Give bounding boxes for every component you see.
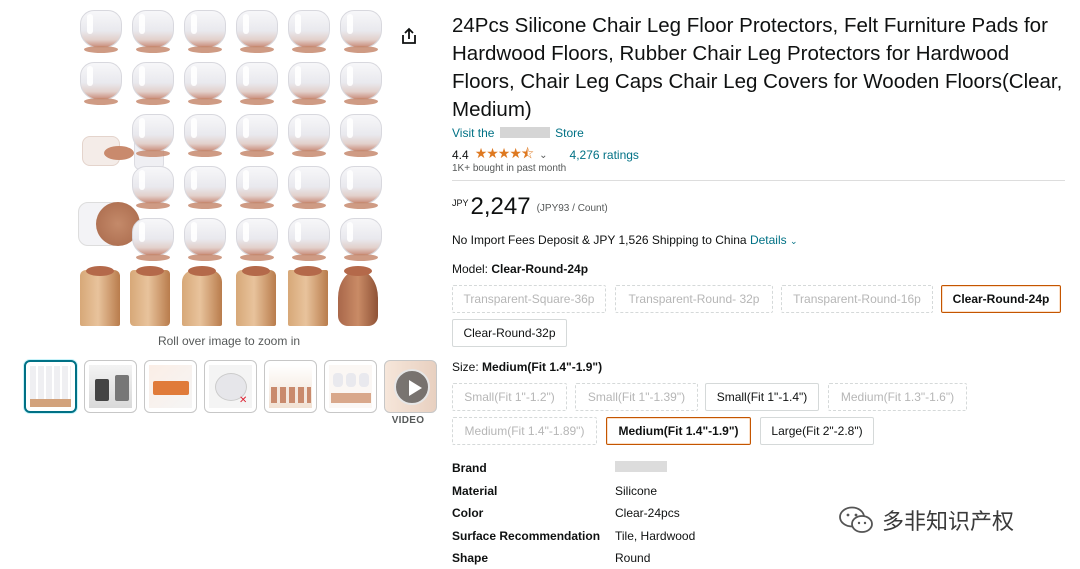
model-selected-value: Clear-Round-24p xyxy=(491,262,589,276)
spec-key: Surface Recommendation xyxy=(452,528,601,543)
thumbnail-1[interactable] xyxy=(24,360,77,413)
cup-image xyxy=(286,60,332,106)
cup-image xyxy=(78,60,124,106)
divider xyxy=(452,180,1065,181)
model-option-transparent-round-16p[interactable]: Transparent-Round-16p xyxy=(781,285,933,313)
cup-image xyxy=(338,164,384,210)
cup-image xyxy=(234,8,280,54)
spec-value: Tile, Hardwood xyxy=(615,528,696,543)
size-selected-value: Medium(Fit 1.4"-1.9") xyxy=(482,360,603,374)
spec-row-material: Material Silicone xyxy=(452,480,695,503)
cup-image xyxy=(338,216,384,262)
play-icon xyxy=(394,369,430,405)
size-label: Size: Medium(Fit 1.4"-1.9") xyxy=(452,360,602,374)
price-currency: JPY xyxy=(452,198,469,208)
thumbnail-2[interactable] xyxy=(84,360,137,413)
spec-key: Brand xyxy=(452,461,487,476)
ratings-count-link[interactable]: 4,276 ratings xyxy=(570,148,639,162)
price-amount: 2,247 xyxy=(470,193,531,220)
model-label: Model: Clear-Round-24p xyxy=(452,262,588,276)
thumbnail-4[interactable]: ✕ xyxy=(204,360,257,413)
cup-image xyxy=(286,216,332,262)
spec-row-surface: Surface Recommendation Tile, Hardwood xyxy=(452,525,695,548)
rating-value: 4.4 xyxy=(452,148,469,162)
cup-image xyxy=(234,216,280,262)
cup-image xyxy=(182,164,228,210)
spec-row-brand: Brand xyxy=(452,457,695,480)
size-option-medium-1.4-1.89[interactable]: Medium(Fit 1.4"-1.89") xyxy=(452,417,597,445)
video-thumbnail[interactable] xyxy=(384,360,437,413)
spec-value xyxy=(615,461,667,475)
spec-table: Brand Material Silicone Color Clear-24pc… xyxy=(452,457,695,569)
cup-image xyxy=(286,112,332,158)
model-label-text: Model: xyxy=(452,262,489,276)
model-option-transparent-square-36p[interactable]: Transparent-Square-36p xyxy=(452,285,606,313)
spec-value: Round xyxy=(615,551,651,566)
thumbnail-6[interactable] xyxy=(324,360,377,413)
price: JPY 2,247 (JPY93 / Count) xyxy=(452,194,608,220)
thumbnail-strip: ✕ xyxy=(24,360,437,413)
size-option-medium-1.3-1.6[interactable]: Medium(Fit 1.3"-1.6") xyxy=(828,383,967,411)
spec-key: Material xyxy=(452,483,498,498)
watermark-text: 多非知识产权 xyxy=(882,509,1015,534)
cup-image xyxy=(182,112,228,158)
spec-row-color: Color Clear-24pcs xyxy=(452,502,695,525)
cup-image xyxy=(338,112,384,158)
size-option-small-1-1.2[interactable]: Small(Fit 1"-1.2") xyxy=(452,383,567,411)
thumbnail-5[interactable] xyxy=(264,360,317,413)
model-option-transparent-round-32p[interactable]: Transparent-Round- 32p xyxy=(615,285,773,313)
cup-image xyxy=(130,216,176,262)
redacted-store-name xyxy=(499,127,550,138)
cup-image xyxy=(130,164,176,210)
video-label: VIDEO xyxy=(391,415,425,426)
product-title: 24Pcs Silicone Chair Leg Floor Protector… xyxy=(452,14,1063,121)
cup-image xyxy=(130,8,176,54)
size-option-large-2-2.8[interactable]: Large(Fit 2"-2.8") xyxy=(760,417,874,445)
spec-value: Clear-24pcs xyxy=(615,506,680,521)
store-link[interactable]: Visit the Store xyxy=(452,126,584,140)
size-option-small-1-1.39[interactable]: Small(Fit 1"-1.39") xyxy=(575,383,698,411)
price-per-unit: (JPY93 / Count) xyxy=(536,203,608,214)
bought-count: 1K+ bought in past month xyxy=(452,163,567,174)
cup-image xyxy=(338,60,384,106)
share-icon[interactable] xyxy=(399,26,419,46)
shipping-text: No Import Fees Deposit & JPY 1,526 Shipp… xyxy=(452,233,747,247)
cup-image xyxy=(286,8,332,54)
spec-value: Silicone xyxy=(615,483,658,498)
cup-image xyxy=(286,164,332,210)
size-option-small-1-1.4[interactable]: Small(Fit 1"-1.4") xyxy=(705,383,819,411)
size-option-medium-1.4-1.9[interactable]: Medium(Fit 1.4"-1.9") xyxy=(606,417,751,445)
spec-row-shape: Shape Round xyxy=(452,547,695,569)
thumbnail-3[interactable] xyxy=(144,360,197,413)
main-product-image[interactable] xyxy=(76,8,384,326)
chevron-down-icon: ⌄ xyxy=(789,236,798,246)
model-option-clear-round-32p[interactable]: Clear-Round-32p xyxy=(452,319,567,347)
cup-image xyxy=(130,60,176,106)
chevron-down-icon[interactable]: ⌄ xyxy=(539,150,547,161)
cup-image xyxy=(182,216,228,262)
store-link-prefix: Visit the xyxy=(452,126,495,140)
cup-image xyxy=(78,8,124,54)
size-label-text: Size: xyxy=(452,360,479,374)
cup-image xyxy=(234,164,280,210)
model-option-clear-round-24p[interactable]: Clear-Round-24p xyxy=(941,285,1061,313)
shipping-details-link[interactable]: Details ⌄ xyxy=(750,233,798,247)
spec-key: Color xyxy=(452,506,484,521)
wechat-icon xyxy=(838,505,874,535)
cup-image xyxy=(234,112,280,158)
shipping-info: No Import Fees Deposit & JPY 1,526 Shipp… xyxy=(452,233,798,247)
store-link-suffix: Store xyxy=(555,126,584,140)
zoom-hint: Roll over image to zoom in xyxy=(157,334,301,348)
cup-image xyxy=(182,8,228,54)
spec-key: Shape xyxy=(452,551,489,566)
photo-wooden-legs xyxy=(76,264,384,326)
redacted-brand xyxy=(615,461,667,473)
cup-image xyxy=(234,60,280,106)
cup-image xyxy=(130,112,176,158)
watermark: 多非知识产权 xyxy=(838,504,1014,536)
cup-image xyxy=(338,8,384,54)
cup-image xyxy=(182,60,228,106)
